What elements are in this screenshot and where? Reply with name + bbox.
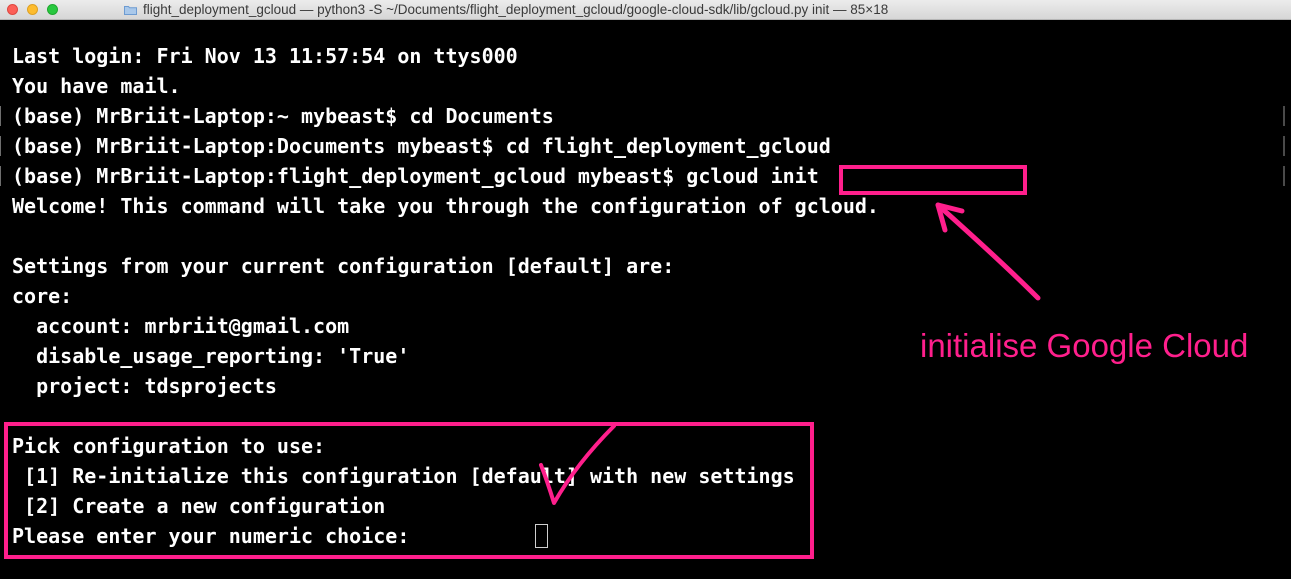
terminal-line: Welcome! This command will take you thro… bbox=[12, 194, 879, 218]
folder-icon bbox=[124, 6, 137, 15]
line-wrap-marker bbox=[1283, 106, 1285, 126]
minimize-window-button[interactable] bbox=[27, 4, 38, 15]
line-wrap-marker bbox=[0, 166, 1, 186]
window-title-bar: flight_deployment_gcloud — python3 -S ~/… bbox=[0, 0, 1291, 20]
annotation-label: initialise Google Cloud bbox=[920, 327, 1249, 364]
gcloud-init-highlight-box bbox=[839, 165, 1027, 195]
close-window-button[interactable] bbox=[7, 4, 18, 15]
window-title: flight_deployment_gcloud — python3 -S ~/… bbox=[143, 2, 889, 17]
terminal-line: account: mrbriit@gmail.com bbox=[12, 314, 350, 338]
terminal-line: (base) MrBriit-Laptop:Documents mybeast$… bbox=[12, 134, 831, 158]
terminal-line: project: tdsprojects bbox=[12, 374, 277, 398]
terminal-line: disable_usage_reporting: 'True' bbox=[12, 344, 410, 368]
zoom-window-button[interactable] bbox=[47, 4, 58, 15]
terminal-line: (base) MrBriit-Laptop:~ mybeast$ cd Docu… bbox=[12, 104, 554, 128]
line-wrap-marker bbox=[1283, 136, 1285, 156]
terminal-line: (base) MrBriit-Laptop:flight_deployment_… bbox=[12, 164, 819, 188]
pick-configuration-highlight-box bbox=[4, 422, 814, 559]
line-wrap-marker bbox=[1283, 166, 1285, 186]
terminal-line: Last login: Fri Nov 13 11:57:54 on ttys0… bbox=[12, 44, 518, 68]
line-wrap-marker bbox=[0, 106, 1, 126]
terminal-line: Settings from your current configuration… bbox=[12, 254, 675, 278]
terminal-line: core: bbox=[12, 284, 73, 308]
terminal-line: You have mail. bbox=[12, 74, 181, 98]
line-wrap-marker bbox=[0, 136, 1, 156]
